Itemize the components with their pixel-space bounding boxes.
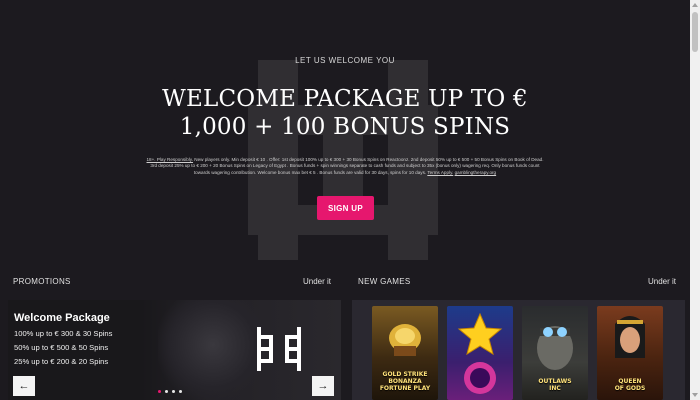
promo-title: Welcome Package	[14, 312, 110, 324]
promo-line-1: 100% up to € 300 & 30 Spins	[14, 329, 113, 338]
promo-prev-button[interactable]: ←	[13, 376, 35, 396]
promo-line-3: 25% up to € 200 & 20 Spins	[14, 357, 109, 366]
promo-background-art	[158, 300, 268, 400]
game-label-outlaws: OUTLAWS INC	[538, 378, 572, 392]
scroll-down-icon[interactable]	[692, 393, 698, 397]
bdpq-logo	[257, 327, 301, 371]
responsible-gaming-link[interactable]: 18+. Play Responsibly.	[147, 157, 194, 162]
game-tile-starburst[interactable]	[447, 306, 513, 400]
gambling-therapy-link[interactable]: gamblingtherapy.org	[455, 170, 497, 175]
carousel-dots	[158, 390, 182, 393]
scroll-up-icon[interactable]	[692, 3, 698, 7]
signup-button[interactable]: SIGN UP	[317, 196, 374, 220]
hero-banner: LET US WELCOME YOU WELCOME PACKAGE UP TO…	[0, 0, 690, 262]
game-tile-gold-strike[interactable]: GOLD STRIKE BONANZA FORTUNE PLAY	[372, 306, 438, 400]
carousel-dot-2[interactable]	[165, 390, 168, 393]
terms-apply-link[interactable]: Terms Apply.	[427, 170, 453, 175]
star-icon	[457, 312, 503, 394]
promo-next-button[interactable]: →	[312, 376, 334, 396]
promo-line-2: 50% up to € 500 & 50 Spins	[14, 343, 109, 352]
hero-title-line1: WELCOME PACKAGE UP TO €	[162, 86, 528, 112]
new-games-heading: NEW GAMES	[358, 277, 411, 286]
new-games-view-link[interactable]: Under it	[648, 277, 676, 286]
carousel-dot-3[interactable]	[172, 390, 175, 393]
promotions-heading: PROMOTIONS	[13, 277, 71, 286]
promotions-view-link[interactable]: Under it	[303, 277, 331, 286]
game-tile-queen-of-gods[interactable]: QUEEN OF GODS	[597, 306, 663, 400]
page-scrollbar[interactable]	[690, 0, 700, 400]
game-label-gold-strike: GOLD STRIKE BONANZA FORTUNE PLAY	[379, 371, 431, 392]
hero-title-line2: 1,000 + 100 BONUS SPINS	[179, 114, 511, 140]
terms-text: 18+. Play Responsibly. New players only.…	[146, 157, 544, 176]
carousel-dot-1[interactable]	[158, 390, 161, 393]
game-label-queen-of-gods: QUEEN OF GODS	[614, 378, 646, 392]
new-games-panel: GOLD STRIKE BONANZA FORTUNE PLAY OUTLAWS…	[352, 300, 685, 400]
carousel-dot-4[interactable]	[179, 390, 182, 393]
hero-kicker: LET US WELCOME YOU	[295, 56, 395, 65]
promotion-card[interactable]: Welcome Package 100% up to € 300 & 30 Sp…	[8, 300, 341, 400]
game-tile-outlaws-inc[interactable]: OUTLAWS INC	[522, 306, 588, 400]
hero-title: WELCOME PACKAGE UP TO € 1,000 + 100 BONU…	[0, 85, 690, 141]
scroll-thumb[interactable]	[692, 12, 698, 52]
